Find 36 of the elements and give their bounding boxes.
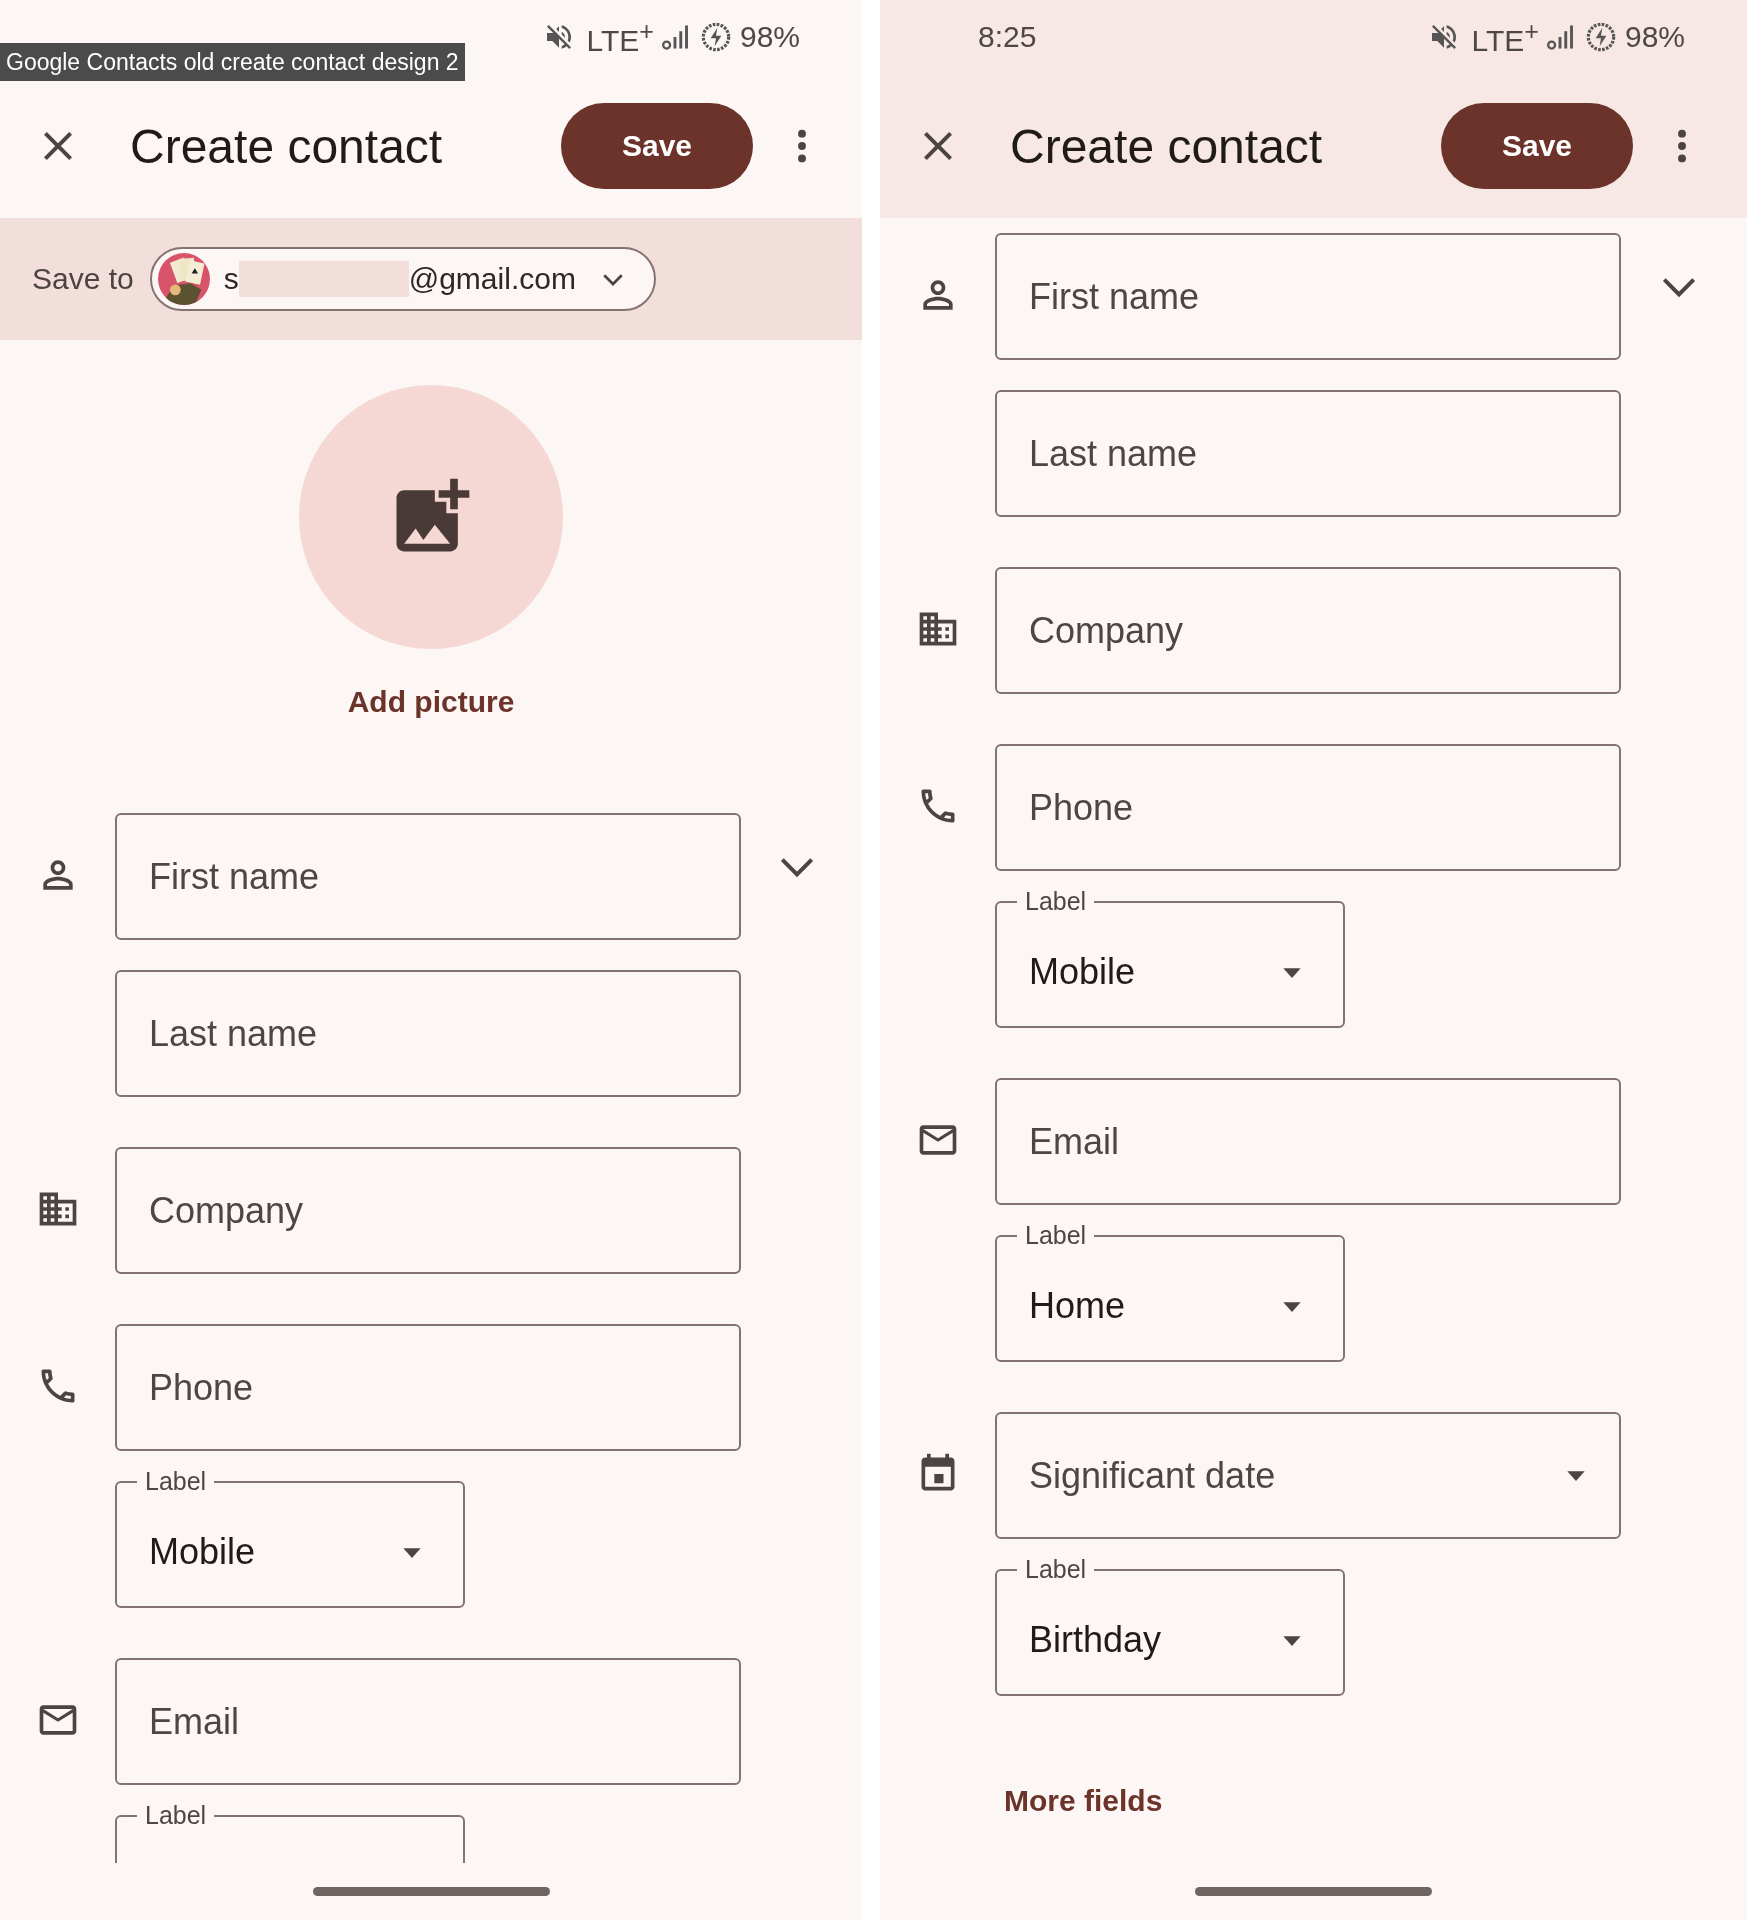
more-options-icon[interactable] <box>1677 128 1687 164</box>
text-field[interactable]: Last name <box>995 390 1621 517</box>
save-to-label: Save to <box>32 262 134 296</box>
dropdown-arrow-icon <box>1565 1469 1587 1482</box>
date-dropdown[interactable]: Significant date <box>995 1412 1621 1539</box>
more-fields-link[interactable]: More fields <box>1004 1784 1163 1818</box>
network-label: LTE$^{+}$ <box>586 16 654 58</box>
more-options-icon[interactable] <box>797 128 807 164</box>
account-email: @gmail.com <box>408 262 576 296</box>
screen-title: Create contact <box>1010 118 1324 174</box>
battery-charging-icon <box>1584 21 1617 53</box>
dropdown-arrow-icon <box>1281 1633 1303 1647</box>
text-field[interactable]: Phone <box>995 744 1621 871</box>
dropdown-arrow-icon <box>401 1545 423 1559</box>
text-field[interactable]: Company <box>995 567 1621 694</box>
text-field[interactable]: Email <box>995 1078 1621 1205</box>
status-time: 8:25 <box>978 20 1037 54</box>
save-button[interactable]: Save <box>561 103 753 189</box>
text-field[interactable]: Phone <box>115 1324 741 1451</box>
dropdown-arrow-icon <box>1281 965 1303 979</box>
add-picture-link[interactable]: Add picture <box>347 685 515 719</box>
network-label: LTE$^{+}$ <box>1471 16 1539 58</box>
screen-title: Create contact <box>130 118 444 174</box>
text-field[interactable]: Last name <box>115 970 741 1097</box>
account-selector[interactable]: s @gmail.com <box>149 247 656 311</box>
battery-level: 98% <box>739 20 800 54</box>
battery-level: 98% <box>1624 20 1685 54</box>
text-field[interactable]: Email <box>115 1658 741 1785</box>
save-button[interactable]: Save <box>1441 103 1633 189</box>
text-field[interactable]: First name <box>115 813 741 940</box>
caption-tooltip: Google Contacts old create contact design 2 <box>0 43 465 81</box>
battery-charging-icon <box>699 21 732 53</box>
text-field[interactable]: First name <box>995 233 1621 360</box>
dropdown-arrow-icon <box>1281 1299 1303 1313</box>
account-email: s <box>223 262 239 296</box>
text-field[interactable]: Company <box>115 1147 741 1274</box>
